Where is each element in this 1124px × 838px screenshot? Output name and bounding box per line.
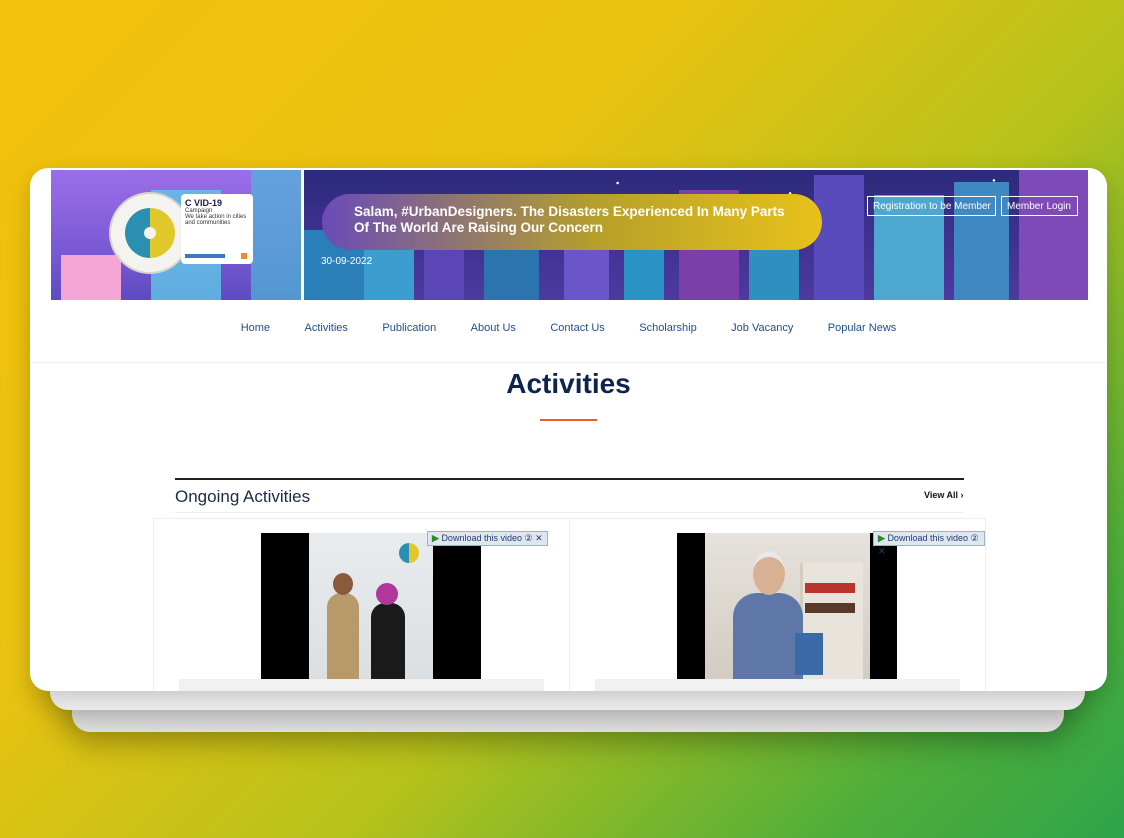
announcement-banner[interactable]: Salam, #UrbanDesigners. The Disasters Ex…: [322, 194, 822, 250]
nav-item-job-vacancy[interactable]: Job Vacancy: [731, 322, 793, 334]
member-login-button[interactable]: Member Login: [1001, 196, 1078, 216]
video-frame-bookshelf-scene: [705, 533, 870, 691]
person-head: [333, 573, 353, 595]
covid-partner-logo: [241, 253, 247, 259]
announcement-date: 30-09-2022: [321, 256, 373, 267]
nav-item-contact-us[interactable]: Contact Us: [550, 322, 604, 334]
activity-video[interactable]: [261, 533, 481, 691]
activity-card[interactable]: ▶ Download this video ② ✕: [153, 518, 570, 691]
title-underline: [540, 419, 597, 421]
nav-divider: [30, 362, 1107, 363]
ongoing-activities-heading: Ongoing Activities: [175, 487, 311, 506]
covid-campaign-badge[interactable]: C VID-19 Campaign We take action in citi…: [181, 194, 253, 264]
header-banner: C VID-19 Campaign We take action in citi…: [51, 170, 1088, 300]
nav-item-activities[interactable]: Activities: [305, 322, 348, 334]
browser-card: C VID-19 Campaign We take action in citi…: [30, 168, 1107, 691]
download-video-label: Download this video: [887, 533, 968, 543]
covid-title: C VID-19: [185, 198, 223, 208]
wall-logo: [399, 543, 419, 563]
person-head: [753, 551, 785, 595]
nav-item-scholarship[interactable]: Scholarship: [639, 322, 696, 334]
activity-card-footer: [595, 679, 960, 691]
covid-text: We take action in cities and communities: [185, 214, 247, 226]
ongoing-divider: [175, 512, 964, 513]
book-in-hand: [795, 633, 823, 675]
main-navigation: Home Activities Publication About Us Con…: [30, 318, 1107, 340]
banner-left-panel: C VID-19 Campaign We take action in citi…: [51, 170, 301, 300]
download-video-label: Download this video: [441, 533, 522, 543]
logo-dot: [144, 227, 156, 239]
activity-card[interactable]: ▶ Download this video ② ✕: [569, 518, 986, 691]
download-video-button[interactable]: ▶ Download this video ② ✕: [427, 531, 548, 546]
building-decoration: [251, 170, 301, 300]
person-figure: [327, 593, 359, 691]
page-title: Activities: [506, 368, 631, 399]
section-rule: [175, 478, 964, 480]
view-all-link[interactable]: View All ›: [924, 490, 964, 500]
person-figure: [733, 593, 803, 691]
activity-video[interactable]: [677, 533, 897, 691]
site-logo[interactable]: [109, 192, 191, 274]
nav-item-publication[interactable]: Publication: [382, 322, 436, 334]
banner-right-panel: Salam, #UrbanDesigners. The Disasters Ex…: [304, 170, 1088, 300]
covid-partner-bar: [185, 254, 225, 258]
register-member-button[interactable]: Registration to be Member: [867, 196, 996, 216]
building-decoration: [61, 255, 121, 300]
books: [805, 603, 855, 613]
nav-item-popular-news[interactable]: Popular News: [828, 322, 896, 334]
announcement-text: Salam, #UrbanDesigners. The Disasters Ex…: [354, 204, 785, 235]
download-video-button[interactable]: ▶ Download this video ② ✕: [873, 531, 985, 556]
person-head: [376, 583, 398, 605]
building-decoration: [814, 175, 864, 300]
person-figure: [371, 603, 405, 691]
building-decoration: [1019, 170, 1088, 300]
books: [805, 583, 855, 593]
video-controls[interactable]: ② ✕: [525, 533, 543, 543]
video-frame-office-scene: [309, 533, 433, 691]
nav-item-home[interactable]: Home: [241, 322, 270, 334]
nav-item-about-us[interactable]: About Us: [471, 322, 516, 334]
activity-card-footer: [179, 679, 544, 691]
play-triangle-icon: ▶: [432, 533, 439, 543]
play-triangle-icon: ▶: [878, 533, 885, 543]
